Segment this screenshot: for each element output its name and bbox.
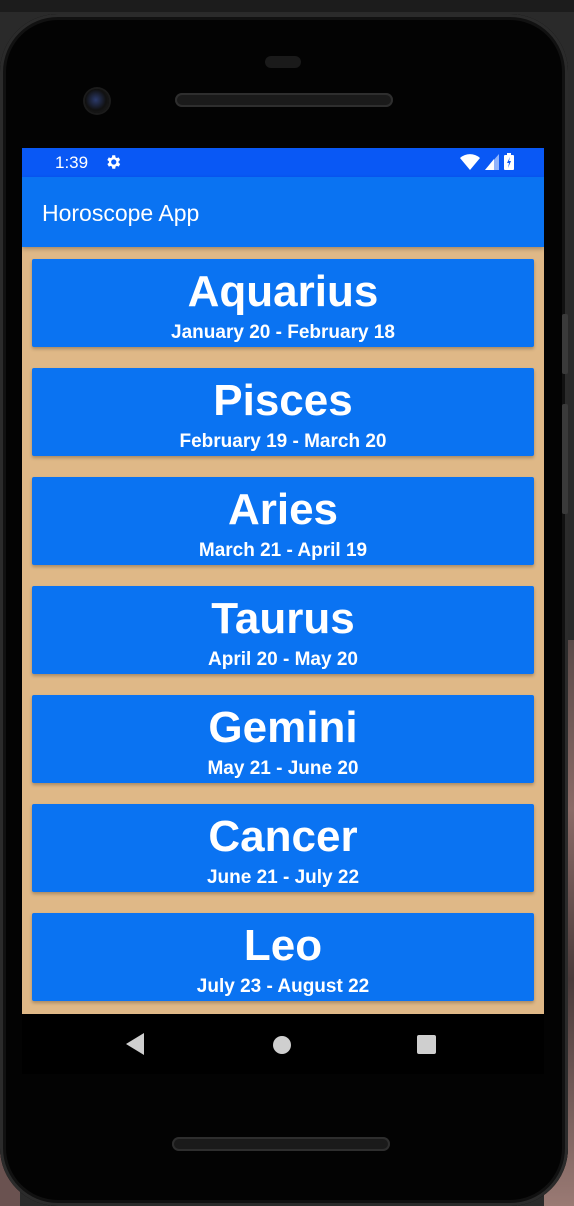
sign-dates: July 23 - August 22 bbox=[196, 976, 370, 997]
sign-dates: May 21 - June 20 bbox=[207, 758, 359, 779]
home-icon[interactable] bbox=[273, 1036, 291, 1054]
app-bar: Horoscope App bbox=[22, 177, 544, 247]
app-screen: 1:39 Horoscope App Aquarius January 20 -… bbox=[22, 148, 544, 1014]
bottom-speaker bbox=[172, 1137, 390, 1151]
back-icon[interactable] bbox=[126, 1033, 144, 1055]
sign-name: Taurus bbox=[211, 594, 355, 643]
proximity-sensor bbox=[265, 56, 301, 68]
sign-name: Gemini bbox=[208, 703, 358, 752]
sign-dates: June 21 - July 22 bbox=[206, 867, 360, 888]
sign-card-cancer[interactable]: Cancer June 21 - July 22 bbox=[32, 804, 534, 892]
navigation-bar bbox=[22, 1014, 544, 1074]
front-camera bbox=[85, 89, 109, 113]
gear-icon bbox=[107, 155, 121, 169]
sign-card-pisces[interactable]: Pisces February 19 - March 20 bbox=[32, 368, 534, 456]
power-button bbox=[562, 404, 568, 514]
status-time: 1:39 bbox=[55, 153, 89, 172]
sign-name: Aries bbox=[227, 485, 339, 534]
signal-icon bbox=[485, 153, 499, 170]
sign-card-leo[interactable]: Leo July 23 - August 22 bbox=[32, 913, 534, 1001]
sign-name: Pisces bbox=[213, 376, 353, 425]
window-top-strip bbox=[0, 0, 574, 12]
sign-card-taurus[interactable]: Taurus April 20 - May 20 bbox=[32, 586, 534, 674]
status-bar: 1:39 bbox=[22, 148, 544, 177]
status-icons bbox=[460, 153, 514, 170]
sign-dates: March 21 - April 19 bbox=[198, 540, 368, 561]
sign-card-gemini[interactable]: Gemini May 21 - June 20 bbox=[32, 695, 534, 783]
battery-icon bbox=[504, 153, 514, 170]
earpiece-speaker bbox=[175, 93, 393, 107]
recents-icon[interactable] bbox=[417, 1035, 436, 1054]
sign-dates: January 20 - February 18 bbox=[171, 322, 395, 343]
volume-button bbox=[562, 314, 568, 374]
sign-card-aries[interactable]: Aries March 21 - April 19 bbox=[32, 477, 534, 565]
sign-name: Leo bbox=[243, 921, 323, 970]
wifi-icon bbox=[460, 153, 480, 170]
sign-name: Aquarius bbox=[187, 267, 379, 316]
sign-dates: February 19 - March 20 bbox=[179, 431, 387, 452]
horoscope-list: Aquarius January 20 - February 18 Pisces… bbox=[32, 259, 534, 1014]
sign-name: Cancer bbox=[208, 812, 358, 861]
sign-dates: April 20 - May 20 bbox=[208, 649, 358, 670]
sign-card-aquarius[interactable]: Aquarius January 20 - February 18 bbox=[32, 259, 534, 347]
app-title: Horoscope App bbox=[42, 200, 200, 226]
